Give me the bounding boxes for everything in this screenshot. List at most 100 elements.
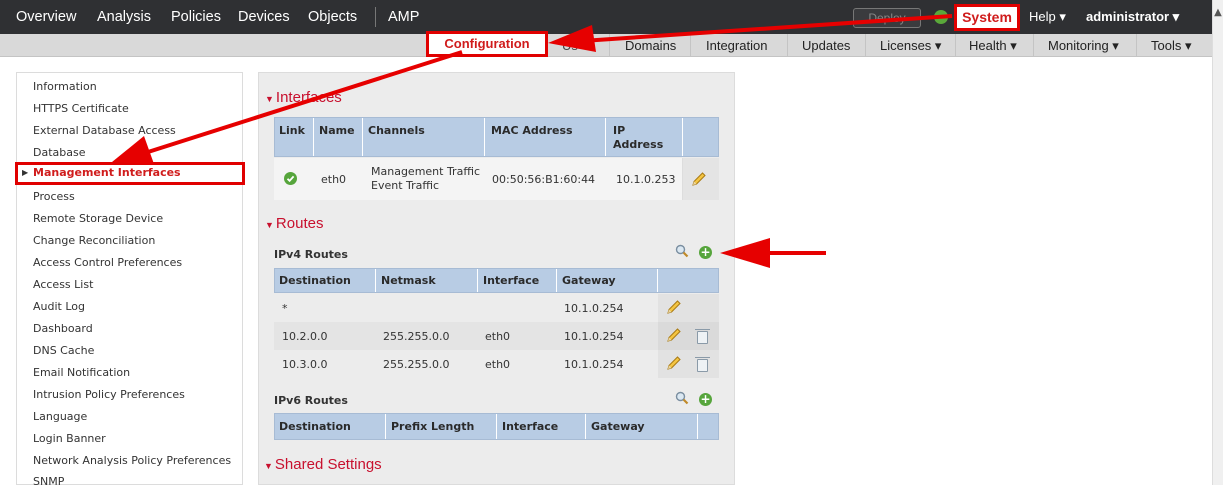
sidebar-item-https-certificate[interactable]: HTTPS Certificate	[33, 102, 129, 115]
ipv4-routes-title: IPv4 Routes	[274, 248, 348, 261]
col-gateway: Gateway	[562, 274, 616, 287]
edit-pencil-icon[interactable]	[666, 299, 682, 315]
nav-amp[interactable]: AMP	[388, 9, 419, 25]
subnav-health[interactable]: Health ▾	[969, 38, 1017, 58]
system-sub-navigation	[0, 34, 1212, 57]
interfaces-table-header	[274, 117, 719, 157]
route-gateway: 10.1.0.254	[564, 302, 624, 315]
interfaces-section-toggle[interactable]: ▼ Interfaces	[265, 89, 342, 106]
sidebar-item-remote-storage-device[interactable]: Remote Storage Device	[33, 212, 163, 225]
subnav-tools[interactable]: Tools ▾	[1151, 38, 1192, 58]
route-destination: 10.2.0.0	[282, 330, 328, 343]
nav-overview[interactable]: Overview	[16, 9, 76, 25]
scroll-up-icon[interactable]: ▲	[1213, 8, 1223, 18]
channel-management: Management Traffic	[371, 165, 481, 178]
edit-pencil-icon[interactable]	[666, 327, 682, 343]
sidebar-item-label: Management Interfaces	[33, 166, 181, 179]
subnav-licenses[interactable]: Licenses ▾	[880, 38, 941, 58]
route-destination: 10.3.0.0	[282, 358, 328, 371]
ipv6-routes-title: IPv6 Routes	[274, 394, 348, 407]
ip-address: 10.1.0.253	[616, 173, 676, 186]
header-divider	[385, 414, 386, 439]
sidebar-item-language[interactable]: Language	[33, 410, 87, 423]
status-ok-icon	[934, 10, 948, 24]
route-destination: *	[282, 302, 288, 315]
sidebar-item-change-reconciliation[interactable]: Change Reconciliation	[33, 234, 155, 247]
nav-separator	[375, 7, 376, 27]
subnav-divider	[787, 34, 788, 57]
subnav-integration[interactable]: Integration	[706, 38, 767, 58]
edit-pencil-icon[interactable]	[691, 171, 707, 187]
edit-pencil-icon[interactable]	[666, 355, 682, 371]
nav-devices[interactable]: Devices	[238, 9, 290, 25]
sidebar-item-dashboard[interactable]: Dashboard	[33, 322, 93, 335]
deploy-button[interactable]: Deploy	[853, 8, 921, 28]
nav-policies[interactable]: Policies	[171, 9, 221, 25]
col-channels: Channels	[368, 124, 425, 137]
subnav-updates[interactable]: Updates	[802, 38, 850, 58]
header-divider	[657, 269, 658, 292]
col-destination: Destination	[279, 420, 351, 433]
subnav-configuration[interactable]: Configuration	[426, 31, 548, 57]
interface-name: eth0	[321, 173, 347, 186]
route-gateway: 10.1.0.254	[564, 358, 624, 371]
col-name: Name	[319, 124, 355, 137]
channel-event: Event Traffic	[371, 179, 440, 192]
route-netmask: 255.255.0.0	[383, 358, 450, 371]
delete-trash-icon[interactable]	[695, 357, 710, 372]
route-netmask: 255.255.0.0	[383, 330, 450, 343]
subnav-divider	[609, 34, 610, 57]
header-divider	[556, 269, 557, 292]
page-scrollbar[interactable]	[1212, 0, 1223, 485]
col-mac-address: MAC Address	[491, 124, 573, 137]
sidebar-item-information[interactable]: Information	[33, 80, 97, 93]
subnav-users[interactable]: Us	[562, 38, 578, 58]
header-divider	[585, 414, 586, 439]
table-row	[274, 294, 719, 322]
col-interface: Interface	[483, 274, 540, 287]
header-divider	[477, 269, 478, 292]
add-route-icon[interactable]: +	[699, 393, 712, 406]
delete-trash-icon[interactable]	[695, 329, 710, 344]
subnav-divider	[955, 34, 956, 57]
sidebar-item-network-analysis-policy-preferences[interactable]: Network Analysis Policy Preferences	[33, 454, 231, 467]
sidebar-item-external-database-access[interactable]: External Database Access	[33, 124, 176, 137]
route-interface: eth0	[485, 358, 511, 371]
header-divider	[682, 118, 683, 156]
link-up-icon	[284, 172, 297, 185]
subnav-domains[interactable]: Domains	[625, 38, 676, 58]
sidebar-item-login-banner[interactable]: Login Banner	[33, 432, 106, 445]
sidebar-item-database[interactable]: Database	[33, 146, 86, 159]
col-gateway: Gateway	[591, 420, 645, 433]
sidebar-item-audit-log[interactable]: Audit Log	[33, 300, 85, 313]
nav-help[interactable]: Help ▾	[1029, 9, 1066, 25]
header-divider	[313, 118, 314, 156]
sidebar-item-access-list[interactable]: Access List	[33, 278, 93, 291]
routes-section-toggle[interactable]: ▼ Routes	[265, 215, 323, 232]
shared-settings-title: Shared Settings	[274, 456, 382, 473]
header-divider	[484, 118, 485, 156]
add-route-icon[interactable]: +	[699, 246, 712, 259]
col-interface: Interface	[502, 420, 559, 433]
sidebar-item-intrusion-policy-preferences[interactable]: Intrusion Policy Preferences	[33, 388, 185, 401]
user-menu[interactable]: administrator ▾	[1086, 9, 1179, 25]
collapse-triangle-icon: ▼	[265, 220, 274, 230]
sidebar-item-dns-cache[interactable]: DNS Cache	[33, 344, 94, 357]
sidebar-item-process[interactable]: Process	[33, 190, 75, 203]
header-divider	[375, 269, 376, 292]
col-prefix-length: Prefix Length	[391, 420, 475, 433]
col-link: Link	[279, 124, 305, 137]
route-interface: eth0	[485, 330, 511, 343]
shared-settings-section-toggle[interactable]: ▼ Shared Settings	[264, 456, 382, 473]
nav-analysis[interactable]: Analysis	[97, 9, 151, 25]
sidebar-item-access-control-preferences[interactable]: Access Control Preferences	[33, 256, 182, 269]
search-icon[interactable]	[675, 391, 689, 405]
sidebar-item-email-notification[interactable]: Email Notification	[33, 366, 130, 379]
search-icon[interactable]	[675, 244, 689, 258]
nav-system[interactable]: System	[954, 4, 1020, 31]
sidebar-item-snmp[interactable]: SNMP	[33, 475, 64, 485]
nav-objects[interactable]: Objects	[308, 9, 357, 25]
col-ip-address: Address	[613, 138, 664, 151]
subnav-divider	[690, 34, 691, 57]
subnav-monitoring[interactable]: Monitoring ▾	[1048, 38, 1119, 58]
